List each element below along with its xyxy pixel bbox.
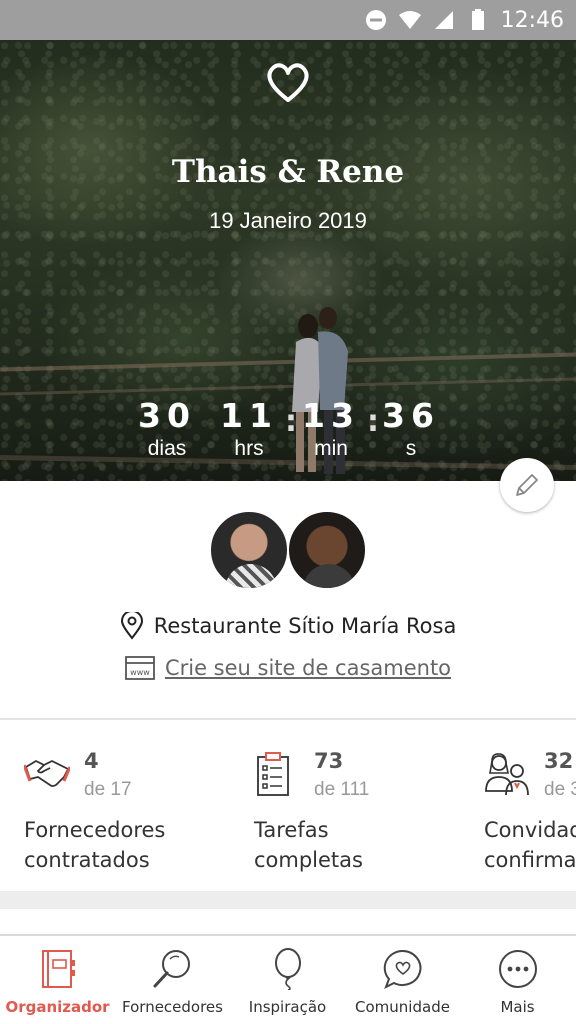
countdown: 30 dias 11 hrs : 13 min : 36 s — [0, 396, 576, 476]
avatar-bride[interactable] — [209, 510, 289, 590]
svg-text:www: www — [130, 668, 150, 677]
stat-value: 4 — [84, 749, 99, 773]
magnifier-icon — [153, 950, 190, 988]
stat-total: de 17 — [84, 779, 132, 800]
handshake-icon — [24, 760, 70, 787]
countdown-hours: 11 hrs — [204, 396, 294, 461]
do-not-disturb-icon — [365, 10, 386, 30]
stat-label: Tarefas completas — [254, 815, 363, 875]
stat-label-line: completas — [254, 848, 363, 872]
stat-label-line: contratados — [24, 848, 150, 872]
create-site-link[interactable]: www Crie seu site de casamento — [0, 656, 576, 680]
location-pin-icon — [120, 612, 143, 640]
stat-value: 32 — [544, 749, 574, 773]
hero-banner: Thais & Rene 19 Janeiro 2019 30 dias 11 … — [0, 40, 576, 481]
nav-label: Inspiração — [248, 998, 327, 1016]
countdown-seconds: 36 s — [366, 396, 456, 461]
stat-guests[interactable]: 32 de 3 Convidad confirma — [484, 721, 576, 891]
couple-avatars[interactable] — [209, 510, 369, 592]
balloon-icon — [275, 948, 301, 990]
status-icons: 12:46 — [365, 6, 564, 34]
bottom-navigation: Organizador Fornecedores Inspiração Comu… — [0, 934, 576, 1024]
countdown-label: dias — [147, 437, 187, 460]
stat-label-line: Fornecedores — [24, 818, 166, 842]
nav-inspiracao[interactable]: Inspiração — [230, 936, 345, 1024]
countdown-minutes: 13 min — [286, 396, 376, 461]
wifi-icon — [398, 11, 421, 29]
stat-vendors[interactable]: 4 de 17 Fornecedores contratados — [24, 721, 254, 891]
notebook-icon — [42, 950, 75, 988]
countdown-label: min — [314, 437, 348, 460]
nav-mais[interactable]: Mais — [460, 936, 575, 1024]
pencil-icon — [516, 474, 538, 496]
battery-icon — [471, 9, 484, 30]
signal-icon — [434, 11, 453, 29]
chat-heart-icon — [383, 949, 422, 990]
stat-total: de 111 — [314, 779, 370, 800]
countdown-label: s — [405, 437, 417, 460]
heart-logo-icon — [267, 63, 309, 102]
more-dots-icon — [499, 950, 537, 988]
stat-label-line: Convidad — [484, 818, 576, 842]
countdown-value: 36 — [382, 396, 440, 435]
stat-total: de 3 — [544, 779, 576, 800]
wedding-date: 19 Janeiro 2019 — [209, 208, 367, 233]
countdown-value: 13 — [302, 396, 360, 435]
avatar-groom[interactable] — [287, 510, 367, 590]
nav-fornecedores[interactable]: Fornecedores — [115, 936, 230, 1024]
countdown-label: hrs — [234, 437, 264, 460]
stat-value: 73 — [314, 749, 344, 773]
website-icon: www — [125, 656, 155, 680]
countdown-value: 11 — [220, 396, 278, 435]
nav-comunidade[interactable]: Comunidade — [345, 936, 460, 1024]
status-bar: 12:46 — [0, 0, 576, 40]
stat-label: Convidad confirma — [484, 815, 576, 875]
stat-label-line: Tarefas — [254, 818, 329, 842]
stat-label: Fornecedores contratados — [24, 815, 165, 875]
nav-label: Mais — [500, 998, 535, 1016]
status-time: 12:46 — [500, 7, 564, 33]
divider — [0, 718, 576, 720]
edit-wedding-button[interactable] — [500, 458, 554, 512]
nav-label: Fornecedores — [122, 998, 223, 1016]
stats-row: 4 de 17 Fornecedores contratados 73 de 1… — [0, 721, 576, 891]
section-separator — [0, 891, 576, 909]
stat-label-line: confirma — [484, 848, 576, 872]
venue-name: Restaurante Sítio María Rosa — [153, 614, 457, 638]
next-card — [0, 909, 576, 935]
guests-icon — [485, 753, 529, 796]
stat-tasks[interactable]: 73 de 111 Tarefas completas — [254, 721, 484, 891]
nav-label: Organizador — [5, 998, 110, 1016]
create-site-text: Crie seu site de casamento — [164, 656, 452, 680]
countdown-days: 30 dias — [122, 396, 212, 461]
couple-names: Thais & Rene — [171, 154, 405, 190]
nav-label: Comunidade — [355, 998, 450, 1016]
nav-organizador[interactable]: Organizador — [0, 936, 115, 1024]
venue-row[interactable]: Restaurante Sítio María Rosa — [0, 612, 576, 640]
clipboard-checklist-icon — [257, 752, 289, 796]
countdown-value: 30 — [138, 396, 196, 435]
